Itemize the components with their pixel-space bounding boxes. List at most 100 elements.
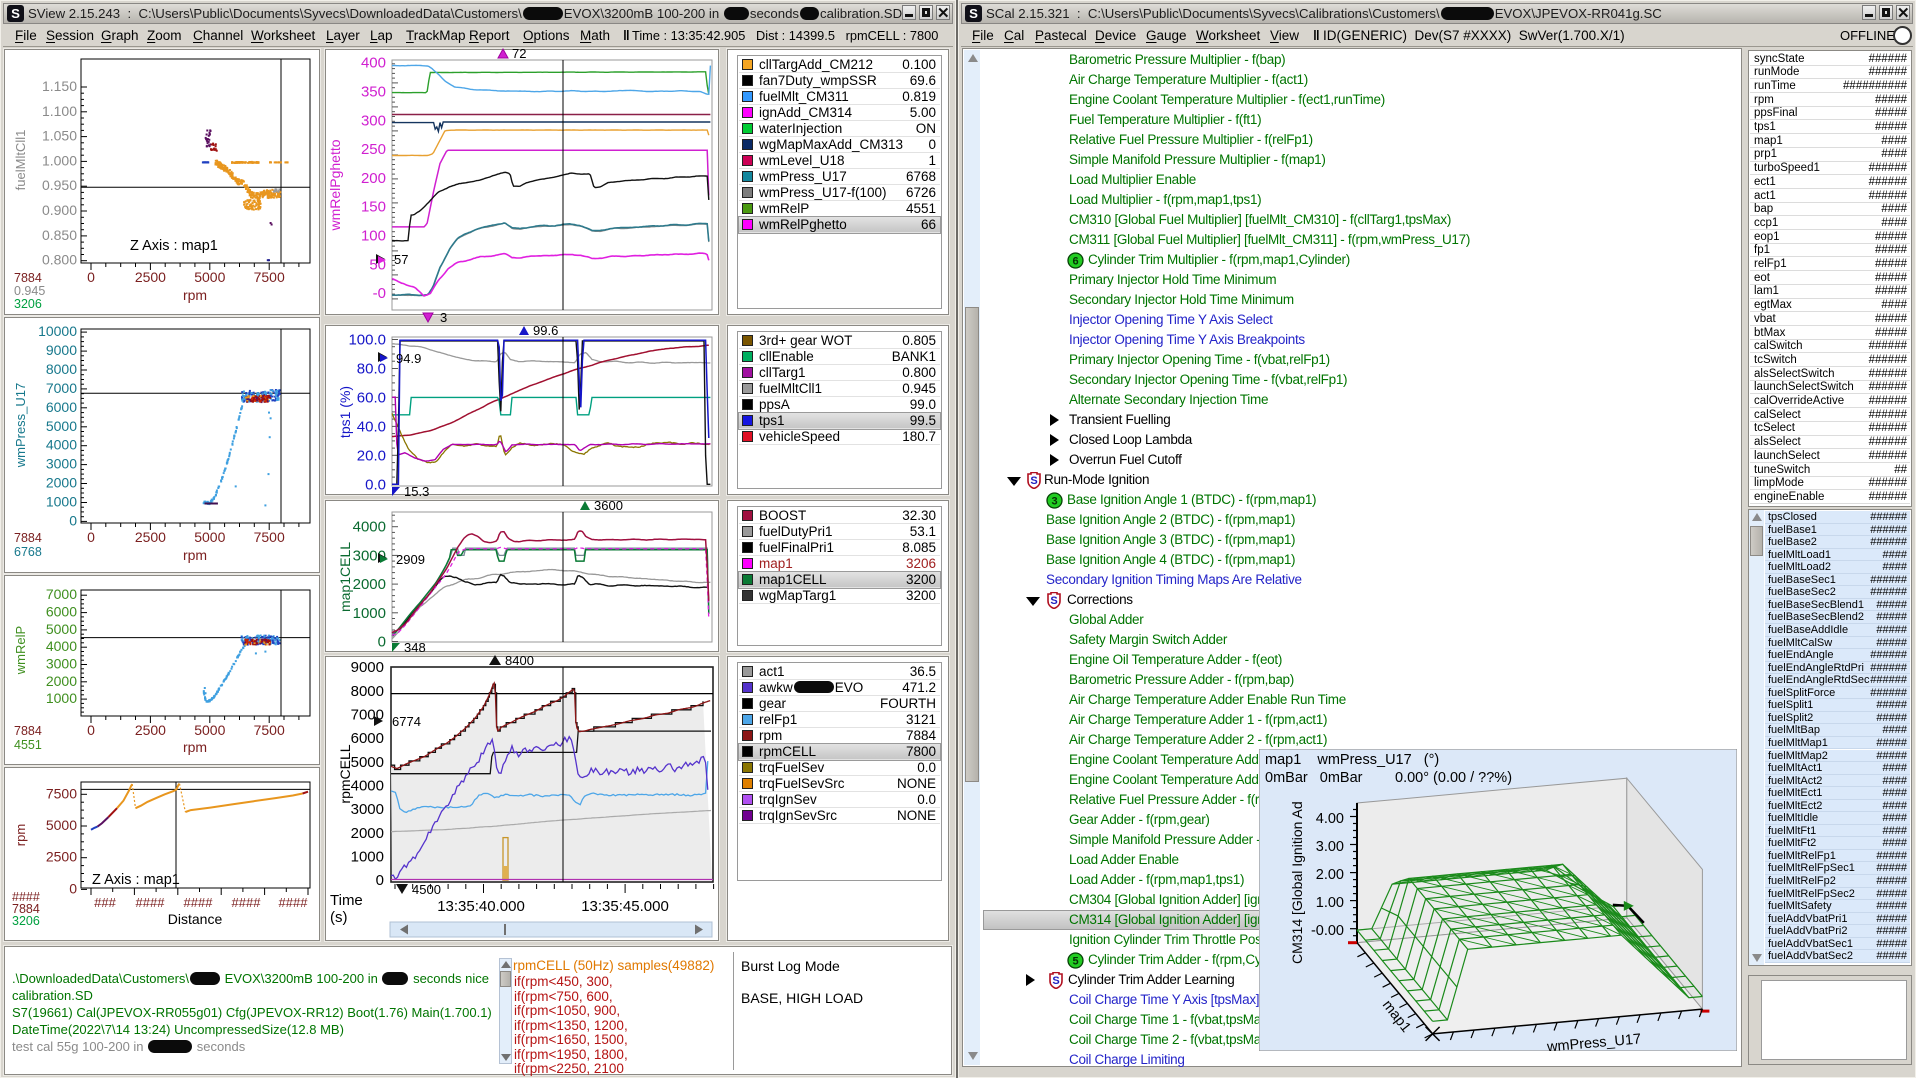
svg-text:CM314 [Global Ignition Ad: CM314 [Global Ignition Ad <box>1289 801 1305 964</box>
svg-text:3600: 3600 <box>594 498 623 513</box>
svg-text:(s): (s) <box>330 909 348 926</box>
svg-text:300: 300 <box>361 112 386 129</box>
svg-text:2.00: 2.00 <box>1316 867 1344 883</box>
svg-text:6: 6 <box>1072 255 1078 267</box>
svg-text:0.0: 0.0 <box>365 476 386 493</box>
svg-text:6000: 6000 <box>351 730 384 747</box>
svg-text:5000: 5000 <box>46 621 77 637</box>
svg-text:2500: 2500 <box>135 529 166 545</box>
svg-text:7884: 7884 <box>14 724 42 738</box>
svg-text:5000: 5000 <box>46 817 77 833</box>
svg-text:4000: 4000 <box>46 437 77 453</box>
svg-text:0: 0 <box>376 872 384 889</box>
svg-text:7884: 7884 <box>14 531 42 545</box>
svg-text:1.150: 1.150 <box>42 78 77 94</box>
svg-text:1000: 1000 <box>46 690 77 706</box>
svg-text:2500: 2500 <box>135 722 166 738</box>
svg-text:0.945: 0.945 <box>14 284 45 298</box>
svg-text:Z Axis : map1: Z Axis : map1 <box>92 872 180 888</box>
svg-text:94.9: 94.9 <box>396 351 421 366</box>
svg-text:rpm: rpm <box>183 739 207 755</box>
svg-text:20.0: 20.0 <box>357 447 386 464</box>
svg-text:8400: 8400 <box>505 653 534 668</box>
svg-text:72: 72 <box>512 46 526 61</box>
svg-text:fuelMltCll1: fuelMltCll1 <box>13 130 28 191</box>
svg-text:3000: 3000 <box>351 801 384 818</box>
svg-text:-0: -0 <box>373 285 386 302</box>
svg-text:Z Axis : map1: Z Axis : map1 <box>130 238 218 254</box>
svg-text:0.850: 0.850 <box>42 227 77 243</box>
svg-text:7000: 7000 <box>46 380 77 396</box>
svg-text:3000: 3000 <box>46 656 77 672</box>
svg-text:###: ### <box>94 895 116 910</box>
svg-text:wmPress_U17: wmPress_U17 <box>13 383 28 469</box>
svg-text:9000: 9000 <box>351 659 384 676</box>
svg-text:0: 0 <box>69 880 77 896</box>
svg-text:S: S <box>1030 475 1037 487</box>
svg-text:7000: 7000 <box>46 586 77 602</box>
svg-text:2000: 2000 <box>351 825 384 842</box>
svg-text:6000: 6000 <box>46 604 77 620</box>
svg-text:1000: 1000 <box>46 494 77 510</box>
svg-text:2500: 2500 <box>135 269 166 285</box>
svg-text:4000: 4000 <box>351 778 384 795</box>
svg-text:2500: 2500 <box>46 849 77 865</box>
svg-text:200: 200 <box>361 170 386 187</box>
svg-text:3: 3 <box>440 310 447 325</box>
svg-text:250: 250 <box>361 141 386 158</box>
svg-text:rpm: rpm <box>183 287 207 303</box>
svg-text:100.0: 100.0 <box>348 332 386 349</box>
svg-text:1.000: 1.000 <box>42 152 77 168</box>
svg-text:9000: 9000 <box>46 342 77 358</box>
svg-text:2000: 2000 <box>46 475 77 491</box>
svg-text:-0.00: -0.00 <box>1311 923 1344 939</box>
svg-text:1000: 1000 <box>353 605 386 622</box>
svg-text:Distance: Distance <box>168 911 223 927</box>
svg-text:13:35:45.000: 13:35:45.000 <box>581 898 669 915</box>
svg-text:####: #### <box>184 895 214 910</box>
svg-text:5000: 5000 <box>194 722 225 738</box>
svg-text:8000: 8000 <box>46 361 77 377</box>
svg-text:7500: 7500 <box>254 722 285 738</box>
svg-text:0: 0 <box>69 512 77 528</box>
svg-text:0: 0 <box>87 269 95 285</box>
svg-text:2000: 2000 <box>46 673 77 689</box>
svg-text:3206: 3206 <box>14 297 42 311</box>
svg-text:5000: 5000 <box>351 754 384 771</box>
svg-text:100: 100 <box>361 228 386 245</box>
svg-text:0: 0 <box>87 529 95 545</box>
svg-text:350: 350 <box>361 84 386 101</box>
svg-text:####: #### <box>232 895 262 910</box>
svg-text:99.6: 99.6 <box>533 323 558 338</box>
svg-text:Time: Time <box>330 892 363 909</box>
svg-text:1.100: 1.100 <box>42 103 77 119</box>
svg-text:5: 5 <box>1072 955 1078 967</box>
svg-text:S: S <box>1052 975 1059 987</box>
svg-text:7500: 7500 <box>254 269 285 285</box>
svg-text:5000: 5000 <box>194 269 225 285</box>
svg-text:150: 150 <box>361 199 386 216</box>
svg-text:8000: 8000 <box>351 683 384 700</box>
svg-text:15.3: 15.3 <box>404 484 429 499</box>
svg-text:rpm: rpm <box>183 547 207 563</box>
svg-text:4000: 4000 <box>46 638 77 654</box>
svg-text:400: 400 <box>361 55 386 72</box>
svg-text:3: 3 <box>1051 495 1057 507</box>
svg-text:3000: 3000 <box>46 456 77 472</box>
svg-text:2000: 2000 <box>353 576 386 593</box>
svg-text:60.0: 60.0 <box>357 389 386 406</box>
svg-text:6768: 6768 <box>14 545 42 559</box>
svg-text:0mBar 0mBar: 0mBar 0mBar <box>1265 770 1363 786</box>
svg-text:7884: 7884 <box>14 271 42 285</box>
svg-text:348: 348 <box>404 640 426 655</box>
svg-text:####: #### <box>136 895 166 910</box>
svg-text:rpmCELL: rpmCELL <box>337 744 353 803</box>
svg-text:80.0: 80.0 <box>357 361 386 378</box>
svg-text:wmRelP: wmRelP <box>13 626 28 675</box>
svg-text:0: 0 <box>87 722 95 738</box>
svg-text:0: 0 <box>378 634 386 651</box>
svg-text:2909: 2909 <box>396 552 425 567</box>
svg-text:map1 wmPress_U17 (°): map1 wmPress_U17 (°) <box>1265 752 1439 768</box>
svg-text:7500: 7500 <box>46 785 77 801</box>
svg-text:4.00: 4.00 <box>1316 811 1344 827</box>
